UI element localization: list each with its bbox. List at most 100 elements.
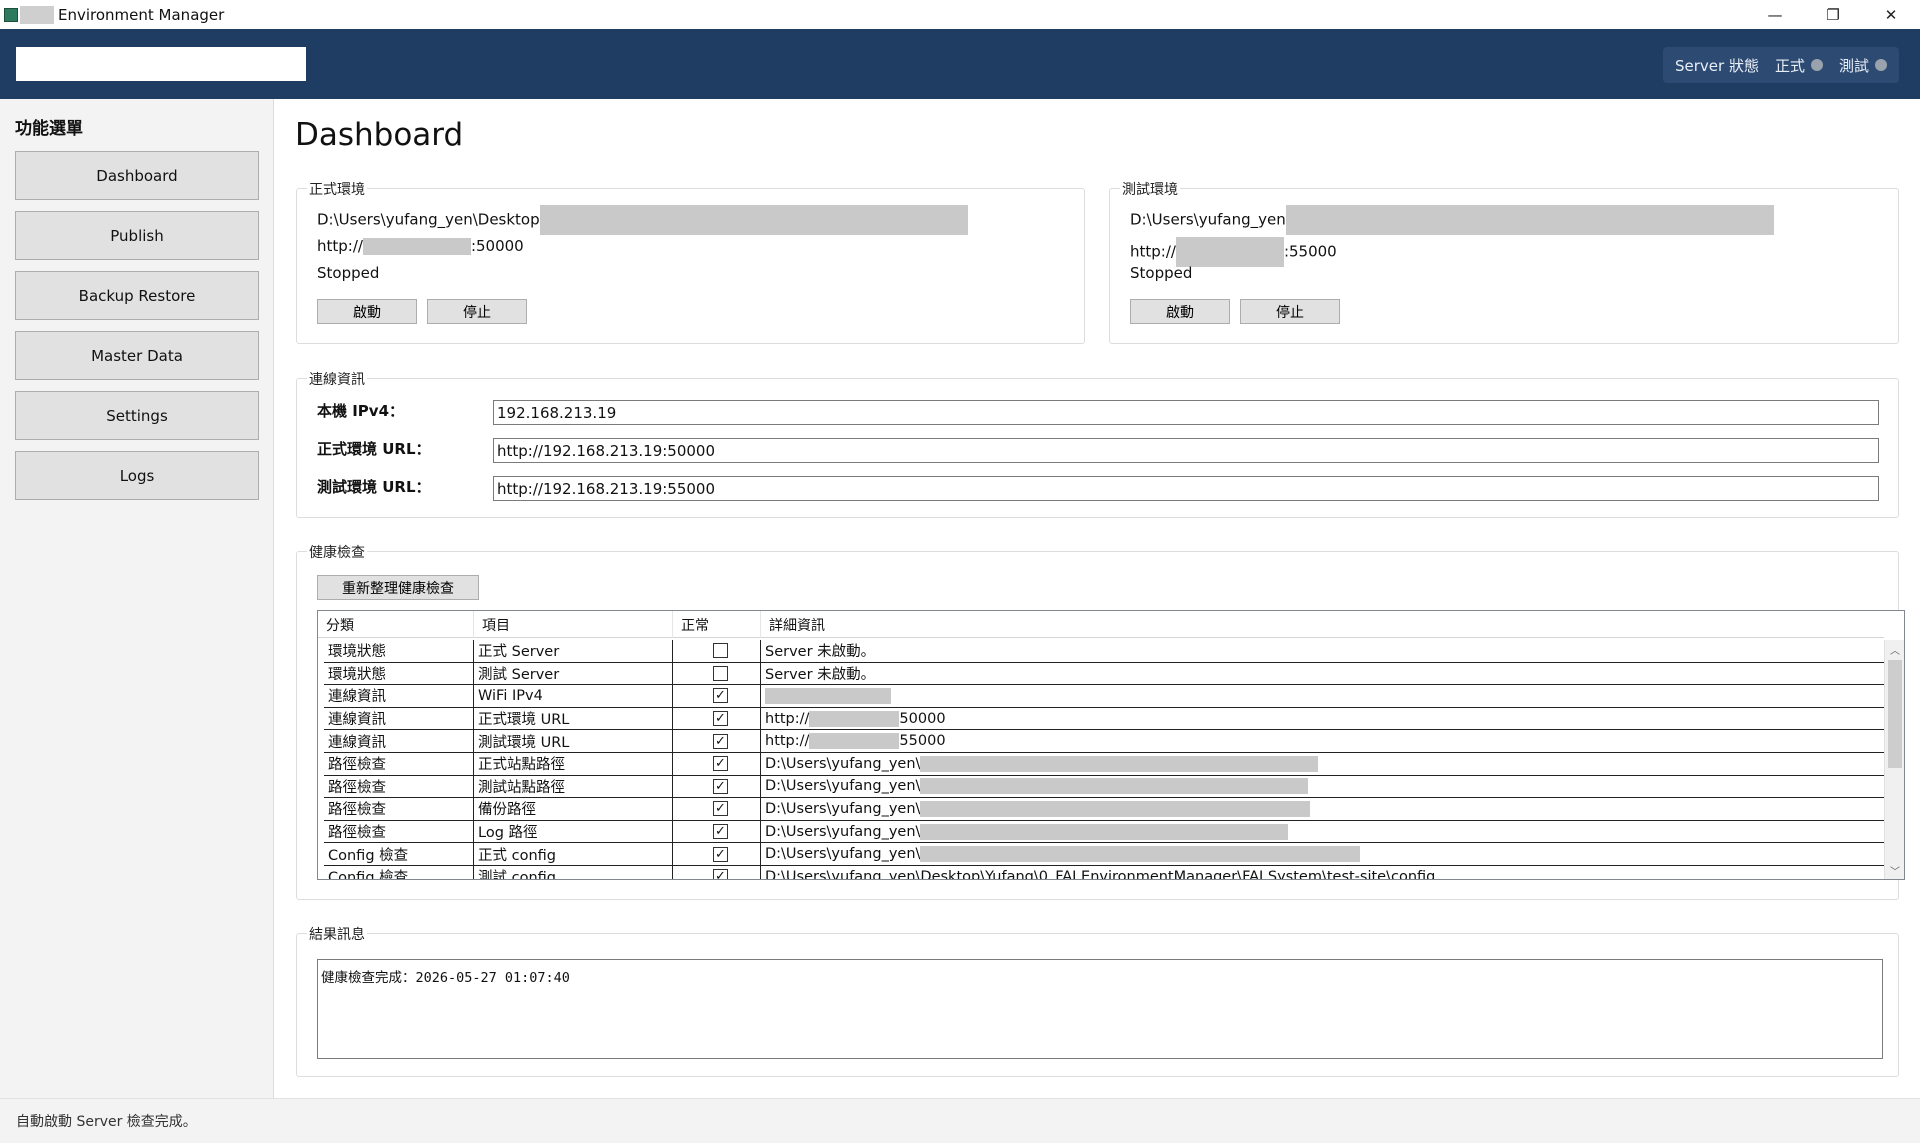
prod-status-text: Stopped <box>317 264 380 282</box>
sidebar-item-publish[interactable]: Publish <box>15 211 259 260</box>
cell-detail-suffix: 50000 <box>899 710 946 727</box>
table-row[interactable]: 連線資訊 正式環境 URL ✓ http:// 50000 <box>324 707 1884 731</box>
table-row[interactable]: 連線資訊 WiFi IPv4 ✓ <box>324 685 1884 708</box>
cell-category: 路徑檢查 <box>324 752 474 775</box>
table-row[interactable]: 路徑檢查 備份路徑 ✓ D:\Users\yufang_yen\ <box>324 798 1884 821</box>
cell-detail: Server 未啟動。 <box>761 663 1884 685</box>
main-content: Dashboard 正式環境 D:\Users\yufang_yen\Deskt… <box>275 99 1920 1098</box>
sidebar-title: 功能選單 <box>15 119 83 139</box>
cell-ok: ✓ <box>673 798 761 820</box>
local-ipv4-label: 本機 IPv4： <box>317 402 405 420</box>
vertical-scrollbar[interactable]: ︿ ﹀ <box>1884 640 1904 879</box>
table-row[interactable]: Config 檢查 測試 config ✓ D:\Users\yufang_yen\D… <box>324 865 1884 879</box>
prod-path-line: D:\Users\yufang_yen\Desktop <box>317 205 968 235</box>
redacted-block <box>20 5 54 24</box>
sidebar-item-master-data[interactable]: Master Data <box>15 331 259 380</box>
cell-detail-text: D:\Users\yufang_yen\ <box>765 846 921 863</box>
cell-category: 路徑檢查 <box>324 820 474 843</box>
test-url-field[interactable] <box>493 476 1879 501</box>
redacted-block <box>920 846 1361 863</box>
cell-ok: ✓ <box>673 820 761 843</box>
cell-item: 正式站點路徑 <box>474 752 673 775</box>
checkbox-checked-icon[interactable]: ✓ <box>713 688 728 704</box>
table-row[interactable]: 連線資訊 測試環境 URL ✓ http:// 55000 <box>324 730 1884 753</box>
sidebar-item-settings[interactable]: Settings <box>15 391 259 440</box>
status-bar: 自動啟動 Server 檢查完成。 <box>0 1098 1920 1143</box>
cell-category: Config 檢查 <box>324 843 474 865</box>
cell-detail: Server 未啟動。 <box>761 640 1884 662</box>
minimize-icon[interactable]: — <box>1746 0 1804 29</box>
scroll-down-icon[interactable]: ﹀ <box>1885 863 1904 878</box>
refresh-health-check-button[interactable]: 重新整理健康檢查 <box>317 575 479 600</box>
sidebar-item-backup-restore[interactable]: Backup Restore <box>15 271 259 320</box>
result-message-legend: 結果訊息 <box>307 924 367 944</box>
prod-stop-button[interactable]: 停止 <box>427 299 527 324</box>
cell-detail-text: http:// <box>765 733 810 750</box>
checkbox-checked-icon[interactable]: ✓ <box>713 846 728 862</box>
scroll-up-icon[interactable]: ︿ <box>1885 642 1904 657</box>
cell-item: WiFi IPv4 <box>474 685 673 707</box>
cell-detail: D:\Users\yufang_yen\ <box>761 798 1884 820</box>
prod-env-label: 正式 <box>1774 56 1805 75</box>
health-check-group: 健康檢查 重新整理健康檢查 分類 項目 正常 詳細資訊 環境狀態 正式 Serve… <box>296 542 1905 900</box>
checkbox-checked-icon[interactable]: ✓ <box>713 756 728 772</box>
cell-detail: http:// 55000 <box>761 730 1884 752</box>
table-body: 環境狀態 正式 Server Server 未啟動。 環境狀態 測試 Server Ser… <box>324 640 1884 879</box>
redacted-block <box>809 733 900 750</box>
cell-category: 環境狀態 <box>324 640 474 662</box>
sidebar-item-dashboard[interactable]: Dashboard <box>15 151 259 200</box>
checkbox-unchecked-icon[interactable] <box>713 665 728 681</box>
prod-url-port: :50000 <box>470 237 524 255</box>
cell-detail-suffix: 55000 <box>899 733 946 750</box>
cell-item: 正式 config <box>474 843 673 865</box>
local-ipv4-field[interactable] <box>493 400 1879 425</box>
header-search-box[interactable] <box>16 47 306 81</box>
checkbox-checked-icon[interactable]: ✓ <box>713 733 728 749</box>
prod-url-line: http://:50000 <box>317 237 524 255</box>
checkbox-checked-icon[interactable]: ✓ <box>713 801 728 817</box>
checkbox-checked-icon[interactable]: ✓ <box>713 869 728 879</box>
sidebar-item-logs[interactable]: Logs <box>15 451 259 500</box>
cell-detail-text: Server 未啟動。 <box>765 666 876 683</box>
test-start-button[interactable]: 啟動 <box>1130 299 1230 324</box>
table-row[interactable]: 路徑檢查 Log 路徑 ✓ D:\Users\yufang_yen\ <box>324 820 1884 844</box>
checkbox-checked-icon[interactable]: ✓ <box>713 824 728 840</box>
connection-info-legend: 連線資訊 <box>307 369 367 389</box>
table-row[interactable]: 環境狀態 正式 Server Server 未啟動。 <box>324 640 1884 663</box>
cell-category: Config 檢查 <box>324 865 474 879</box>
cell-item: 測試環境 URL <box>474 730 673 752</box>
column-header-detail[interactable]: 詳細資訊 <box>761 611 1884 638</box>
column-header-category[interactable]: 分類 <box>318 611 474 638</box>
prod-path-text: D:\Users\yufang_yen\Desktop <box>317 210 540 229</box>
test-url-prefix: http:// <box>1130 242 1176 261</box>
table-row[interactable]: 路徑檢查 正式站點路徑 ✓ D:\Users\yufang_yen\ <box>324 752 1884 776</box>
cell-item: 測試站點路徑 <box>474 775 673 798</box>
table-row[interactable]: 環境狀態 測試 Server Server 未啟動。 <box>324 662 1884 686</box>
cell-ok: ✓ <box>673 730 761 752</box>
checkbox-checked-icon[interactable]: ✓ <box>713 711 728 727</box>
cell-detail-text: D:\Users\yufang_yen\ <box>765 800 921 817</box>
test-stop-button[interactable]: 停止 <box>1240 299 1340 324</box>
column-header-ok[interactable]: 正常 <box>673 611 761 638</box>
scroll-thumb[interactable] <box>1888 660 1902 768</box>
cell-detail-text: D:\Users\yufang_yen\ <box>765 755 921 772</box>
cell-detail: http:// 50000 <box>761 708 1884 730</box>
restore-icon[interactable]: ❐ <box>1804 0 1862 29</box>
table-row[interactable]: 路徑檢查 測試站點路徑 ✓ D:\Users\yufang_yen\ <box>324 775 1884 799</box>
cell-item: 正式環境 URL <box>474 707 673 730</box>
prod-start-button[interactable]: 啟動 <box>317 299 417 324</box>
column-header-item[interactable]: 項目 <box>474 611 673 638</box>
cell-category: 路徑檢查 <box>324 798 474 820</box>
checkbox-checked-icon[interactable]: ✓ <box>713 778 728 794</box>
checkbox-unchecked-icon[interactable] <box>713 643 728 659</box>
health-check-table[interactable]: 分類 項目 正常 詳細資訊 環境狀態 正式 Server Server 未啟動。 環境… <box>317 610 1905 880</box>
close-icon[interactable]: ✕ <box>1862 0 1920 29</box>
table-row[interactable]: Config 檢查 正式 config ✓ D:\Users\yufang_yen\ <box>324 843 1884 866</box>
prod-url-field[interactable] <box>493 438 1879 463</box>
cell-item: Log 路徑 <box>474 820 673 843</box>
test-status-dot-icon <box>1875 59 1887 71</box>
test-path-text: D:\Users\yufang_yen <box>1130 210 1286 229</box>
cell-detail: D:\Users\yufang_yen\ <box>761 776 1884 798</box>
result-message-textbox[interactable]: 健康檢查完成：2026-05-27 01:07:40 <box>317 959 1883 1059</box>
app-header: Server 狀態 正式 測試 <box>0 29 1920 99</box>
